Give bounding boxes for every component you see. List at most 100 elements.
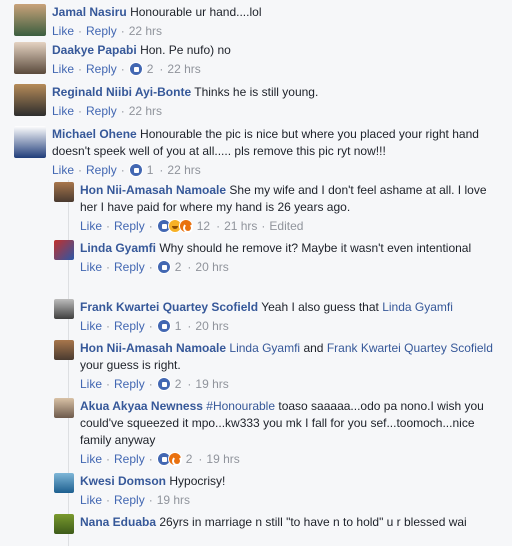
avatar[interactable] — [54, 299, 74, 319]
avatar[interactable] — [54, 514, 74, 534]
timestamp[interactable]: 22 hrs — [129, 22, 162, 40]
reply-item: Nana Eduaba 26yrs in marriage n still "t… — [54, 514, 504, 534]
reply-actions: Like · Reply · 2 · 19 hrs — [80, 450, 240, 468]
reply-text: Yeah I also guess that — [261, 300, 379, 314]
reaction-summary[interactable] — [156, 452, 182, 466]
reply-text: Hypocrisy! — [169, 474, 226, 488]
reaction-count: 2 — [174, 260, 182, 274]
mention-link[interactable]: Linda Gyamfi — [382, 300, 453, 314]
comment-actions: Like · Reply · 22 hrs — [52, 22, 163, 40]
comment-author[interactable]: Reginald Niibi Ayi-Bonte — [52, 85, 191, 99]
reply-button[interactable]: Reply — [114, 217, 145, 235]
comment-text: Thinks he is still young. — [194, 85, 319, 99]
reaction-summary[interactable] — [128, 62, 143, 76]
comment-actions: Like · Reply · 1 · 22 hrs — [52, 161, 201, 179]
reply-button[interactable]: Reply — [114, 258, 145, 276]
reply-actions: Like · Reply · 1 · 20 hrs — [80, 317, 229, 335]
reply-actions: Like · Reply · 2 · 20 hrs — [80, 258, 229, 276]
timestamp[interactable]: 19 hrs — [157, 491, 190, 509]
reply-author[interactable]: Nana Eduaba — [80, 515, 156, 529]
reaction-count: 2 — [185, 452, 193, 466]
like-button[interactable]: Like — [80, 317, 102, 335]
reply-button[interactable]: Reply — [86, 60, 117, 78]
reply-actions: Like · Reply · 2 · 19 hrs — [80, 375, 229, 393]
like-button[interactable]: Like — [80, 217, 102, 235]
comment-author[interactable]: Michael Ohene — [52, 127, 137, 141]
hashtag-link[interactable]: #Honourable — [206, 399, 275, 413]
avatar[interactable] — [54, 182, 74, 202]
reply-author[interactable]: Hon Nii-Amasah Namoale — [80, 341, 226, 355]
avatar[interactable] — [54, 240, 74, 260]
avatar[interactable] — [54, 398, 74, 418]
like-button[interactable]: Like — [52, 102, 74, 120]
reply-author[interactable]: Kwesi Domson — [80, 474, 166, 488]
timestamp[interactable]: 19 hrs — [195, 375, 228, 393]
avatar[interactable] — [54, 340, 74, 360]
reply-button[interactable]: Reply — [86, 22, 117, 40]
reply-button[interactable]: Reply — [114, 491, 145, 509]
comment-actions: Like · Reply · 2 · 22 hrs — [52, 60, 201, 78]
like-reaction-icon — [128, 62, 143, 76]
comment-item: Jamal Nasiru Honourable ur hand....lol L… — [14, 4, 504, 40]
sad-reaction-icon — [178, 219, 193, 233]
reply-author[interactable]: Linda Gyamfi — [80, 241, 156, 255]
like-reaction-icon — [128, 163, 143, 177]
reply-item: Linda Gyamfi Why should he remove it? Ma… — [54, 240, 504, 276]
comment-item: Daakye Papabi Hon. Pe nufo) no Like · Rep… — [14, 42, 504, 78]
timestamp[interactable]: 22 hrs — [167, 60, 200, 78]
comment-text: Honourable ur hand....lol — [130, 5, 262, 19]
reply-text: your guess is right. — [80, 358, 181, 372]
like-button[interactable]: Like — [80, 258, 102, 276]
reply-button[interactable]: Reply — [86, 161, 117, 179]
reaction-summary[interactable] — [128, 163, 143, 177]
comment-text: Hon. Pe nufo) no — [140, 43, 231, 57]
like-button[interactable]: Like — [52, 60, 74, 78]
reply-item: Hon Nii-Amasah Namoale She my wife and I… — [54, 182, 504, 235]
like-reaction-icon — [156, 377, 171, 391]
reply-actions: Like · Reply · 19 hrs — [80, 491, 191, 509]
avatar[interactable] — [14, 4, 46, 36]
comment-item: Michael Ohene Honourable the pic is nice… — [14, 126, 504, 179]
timestamp[interactable]: 22 hrs — [167, 161, 200, 179]
avatar[interactable] — [54, 473, 74, 493]
like-reaction-icon — [156, 319, 171, 333]
timestamp[interactable]: 20 hrs — [195, 258, 228, 276]
reply-author[interactable]: Akua Akyaa Newness — [80, 399, 203, 413]
like-button[interactable]: Like — [52, 161, 74, 179]
timestamp[interactable]: 20 hrs — [195, 317, 228, 335]
reply-item: Frank Kwartei Quartey Scofield Yeah I al… — [54, 299, 504, 335]
like-reaction-icon — [156, 260, 171, 274]
mention-link[interactable]: Frank Kwartei Quartey Scofield — [327, 341, 493, 355]
comment-author[interactable]: Jamal Nasiru — [52, 5, 127, 19]
like-button[interactable]: Like — [80, 450, 102, 468]
reaction-summary[interactable] — [156, 219, 193, 233]
reaction-summary[interactable] — [156, 319, 171, 333]
reply-button[interactable]: Reply — [114, 375, 145, 393]
comment-item: Reginald Niibi Ayi-Bonte Thinks he is st… — [14, 84, 504, 120]
like-button[interactable]: Like — [80, 491, 102, 509]
reaction-count: 1 — [174, 319, 182, 333]
reply-author[interactable]: Hon Nii-Amasah Namoale — [80, 183, 226, 197]
comment-author[interactable]: Daakye Papabi — [52, 43, 137, 57]
reply-author[interactable]: Frank Kwartei Quartey Scofield — [80, 300, 258, 314]
reaction-count: 12 — [196, 219, 211, 233]
reaction-summary[interactable] — [156, 377, 171, 391]
like-button[interactable]: Like — [52, 22, 74, 40]
sad-reaction-icon — [167, 452, 182, 466]
timestamp[interactable]: 19 hrs — [206, 450, 239, 468]
reaction-summary[interactable] — [156, 260, 171, 274]
edited-label[interactable]: Edited — [269, 217, 303, 235]
comment-thread: Jamal Nasiru Honourable ur hand....lol L… — [0, 0, 512, 546]
timestamp[interactable]: 21 hrs — [224, 217, 257, 235]
reply-button[interactable]: Reply — [86, 102, 117, 120]
like-button[interactable]: Like — [80, 375, 102, 393]
comment-actions: Like · Reply · 22 hrs — [52, 102, 163, 120]
avatar[interactable] — [14, 42, 46, 74]
reply-item: Kwesi Domson Hypocrisy! Like · Reply · 19 … — [54, 473, 504, 509]
avatar[interactable] — [14, 84, 46, 116]
reply-button[interactable]: Reply — [114, 450, 145, 468]
avatar[interactable] — [14, 126, 46, 158]
reply-button[interactable]: Reply — [114, 317, 145, 335]
mention-link[interactable]: Linda Gyamfi — [229, 341, 300, 355]
timestamp[interactable]: 22 hrs — [129, 102, 162, 120]
